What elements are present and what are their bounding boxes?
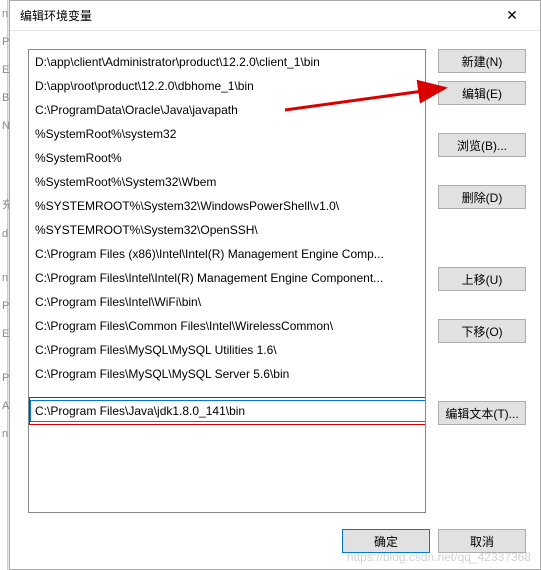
button-sidebar: 新建(N) 编辑(E) 浏览(B)... 删除(D) 上移(U) 下移(O) 编… bbox=[438, 49, 526, 513]
dialog-content: D:\app\client\Administrator\product\12.2… bbox=[10, 31, 540, 523]
close-icon: ✕ bbox=[506, 7, 518, 24]
path-list-item[interactable]: %SYSTEMROOT%\System32\OpenSSH\ bbox=[29, 218, 425, 242]
edit-env-var-dialog: 编辑环境变量 ✕ D:\app\client\Administrator\pro… bbox=[9, 0, 541, 570]
browse-button[interactable]: 浏览(B)... bbox=[438, 133, 526, 157]
cancel-button[interactable]: 取消 bbox=[438, 529, 526, 553]
close-button[interactable]: ✕ bbox=[492, 2, 532, 30]
path-edit-input[interactable] bbox=[30, 400, 426, 422]
move-down-button[interactable]: 下移(O) bbox=[438, 319, 526, 343]
move-up-button[interactable]: 上移(U) bbox=[438, 267, 526, 291]
path-list-item[interactable]: %SystemRoot%\System32\Wbem bbox=[29, 170, 425, 194]
ok-button[interactable]: 确定 bbox=[342, 529, 430, 553]
path-list-item[interactable]: %SYSTEMROOT%\System32\WindowsPowerShell\… bbox=[29, 194, 425, 218]
background-window-fragment: nP:EBN充dnP:EP:An bbox=[0, 0, 8, 570]
path-list-item[interactable]: D:\app\root\product\12.2.0\dbhome_1\bin bbox=[29, 74, 425, 98]
new-button[interactable]: 新建(N) bbox=[438, 49, 526, 73]
titlebar: 编辑环境变量 ✕ bbox=[10, 1, 540, 31]
path-listbox[interactable]: D:\app\client\Administrator\product\12.2… bbox=[28, 49, 426, 513]
path-list-item[interactable]: %SystemRoot% bbox=[29, 146, 425, 170]
path-list-item[interactable]: C:\Program Files\MySQL\MySQL Server 5.6\… bbox=[29, 362, 425, 386]
path-list-item[interactable]: C:\Program Files (x86)\Intel\Intel(R) Ma… bbox=[29, 242, 425, 266]
path-list-item[interactable]: C:\Program Files\MySQL\MySQL Utilities 1… bbox=[29, 338, 425, 362]
edit-button[interactable]: 编辑(E) bbox=[438, 81, 526, 105]
path-list-item[interactable]: %SystemRoot%\system32 bbox=[29, 122, 425, 146]
edit-text-button[interactable]: 编辑文本(T)... bbox=[438, 401, 526, 425]
dialog-footer: 确定 取消 bbox=[10, 523, 540, 569]
path-list-item[interactable]: C:\ProgramData\Oracle\Java\javapath bbox=[29, 98, 425, 122]
path-list-item[interactable]: C:\Program Files\Intel\WiFi\bin\ bbox=[29, 290, 425, 314]
path-list-item[interactable]: C:\Program Files\Common Files\Intel\Wire… bbox=[29, 314, 425, 338]
dialog-title: 编辑环境变量 bbox=[20, 7, 492, 24]
path-list-item[interactable]: C:\Program Files\Intel\Intel(R) Manageme… bbox=[29, 266, 425, 290]
delete-button[interactable]: 删除(D) bbox=[438, 185, 526, 209]
path-list-item[interactable]: D:\app\client\Administrator\product\12.2… bbox=[29, 50, 425, 74]
